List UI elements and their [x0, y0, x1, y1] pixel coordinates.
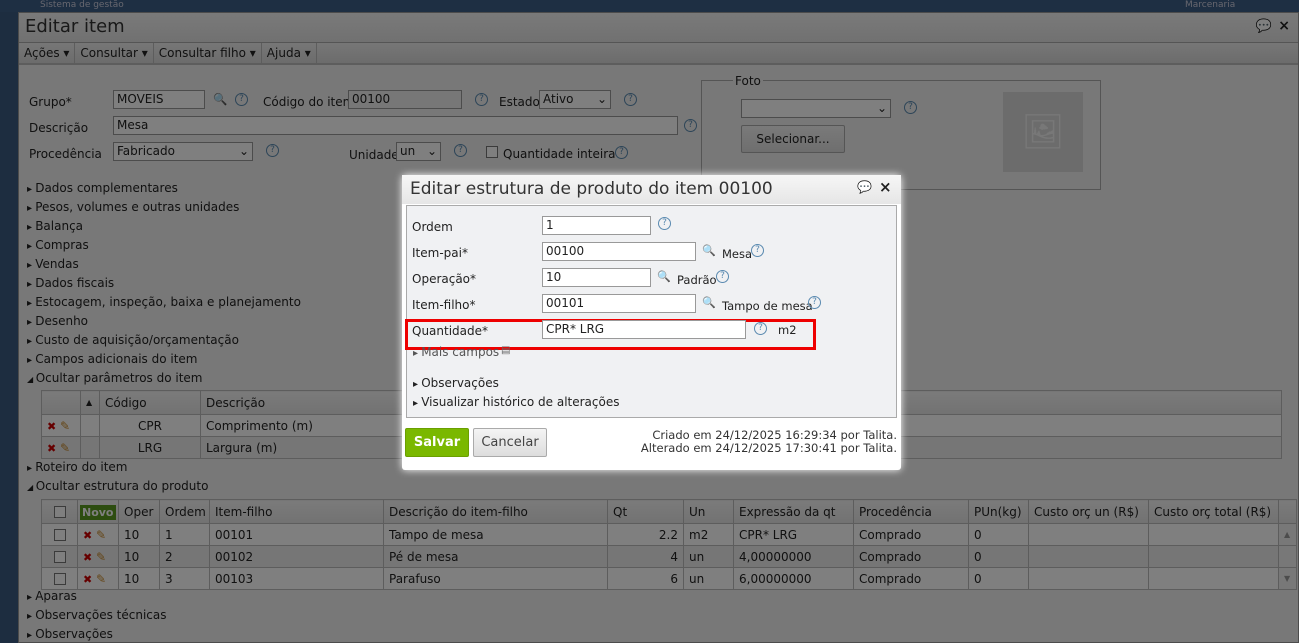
itempai-label: Item-pai*	[412, 246, 468, 260]
quantidade-input[interactable]: CPR* LRG	[542, 320, 746, 339]
ordem-input[interactable]: 1	[542, 216, 651, 235]
dialog-title: Editar estrutura de produto do item 0010…	[402, 175, 901, 204]
salvar-button[interactable]: Salvar	[405, 428, 469, 457]
itempai-input[interactable]: 00100	[542, 242, 696, 261]
historico-toggle[interactable]: Visualizar histórico de alterações	[413, 395, 619, 409]
quantidade-label: Quantidade*	[412, 324, 489, 338]
help-icon[interactable]: ?	[751, 244, 764, 257]
help-icon[interactable]: ?	[658, 217, 671, 230]
search-icon[interactable]: 🔍	[702, 244, 716, 257]
quantidade-unit: m2	[778, 323, 797, 337]
close-icon[interactable]: ×	[879, 178, 892, 196]
search-icon[interactable]: 🔍	[702, 296, 716, 309]
itemfilho-label: Item-filho*	[412, 298, 476, 312]
list-icon: ▤	[501, 345, 511, 356]
audit-info: Criado em 24/12/2025 16:29:34 por Talita…	[641, 429, 897, 455]
itemfilho-input[interactable]: 00101	[542, 294, 696, 313]
itemfilho-desc: Tampo de mesa	[722, 299, 813, 313]
operacao-label: Operação*	[412, 272, 477, 286]
help-icon[interactable]: ?	[808, 296, 821, 309]
operacao-desc: Padrão	[677, 273, 717, 287]
help-icon[interactable]: ?	[716, 270, 729, 283]
comment-icon[interactable]: 💬	[857, 180, 872, 194]
help-icon[interactable]: ?	[754, 322, 767, 335]
itempai-desc: Mesa	[722, 247, 753, 261]
observacoes-toggle[interactable]: Observações	[413, 376, 499, 390]
dialog-form: Ordem 1 ? Item-pai* 00100 🔍 Mesa ? Opera…	[405, 205, 897, 418]
search-icon[interactable]: 🔍	[657, 270, 671, 283]
ordem-label: Ordem	[412, 220, 453, 234]
operacao-input[interactable]: 10	[542, 268, 651, 287]
altered-info: Alterado em 24/12/2025 17:30:41 por Tali…	[640, 441, 897, 455]
edit-structure-dialog: Editar estrutura de produto do item 0010…	[402, 175, 901, 470]
cancelar-button[interactable]: Cancelar	[473, 428, 547, 457]
mais-campos-toggle[interactable]: Mais campos	[413, 345, 499, 359]
